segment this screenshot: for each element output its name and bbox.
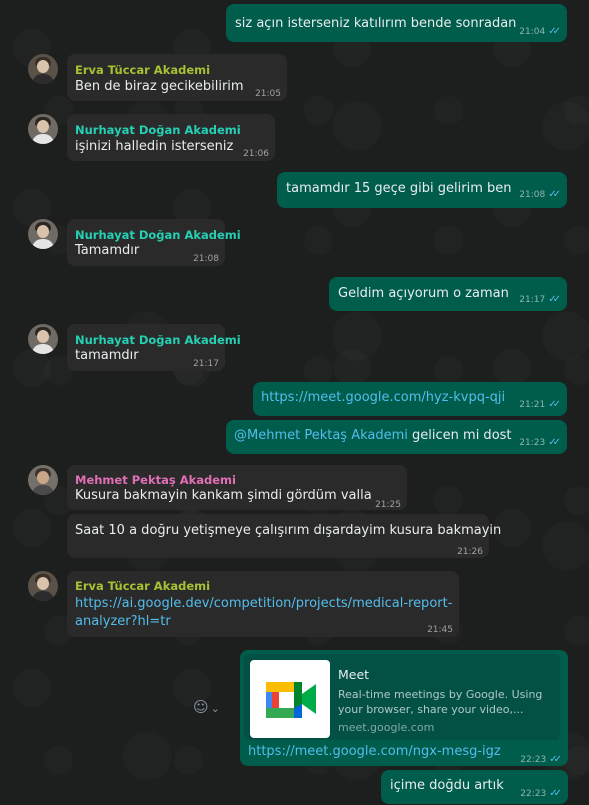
message-text: içime doğdu artık bbox=[390, 778, 504, 793]
message-time: 21:45 bbox=[427, 625, 453, 635]
message-meta: 21:17 ✓✓ bbox=[519, 291, 561, 309]
message-time: 21:08 bbox=[519, 190, 546, 200]
message-time: 22:23 bbox=[520, 789, 547, 799]
message-text: gelicen mi dost bbox=[407, 428, 512, 443]
message-meta: 21:21 ✓✓ bbox=[519, 396, 561, 414]
read-ticks-icon: ✓✓ bbox=[548, 399, 561, 410]
avatar-nurhayat[interactable] bbox=[28, 114, 58, 144]
message-outgoing[interactable]: Geldim açıyorum o zaman 21:17 ✓✓ bbox=[329, 277, 567, 311]
message-meta: 22:23 ✓✓ bbox=[520, 785, 562, 803]
avatar-erva[interactable] bbox=[28, 54, 58, 84]
preview-description-continued: your browser, share your video,... bbox=[338, 703, 524, 716]
avatar-face bbox=[37, 471, 49, 484]
read-ticks-icon: ✓✓ bbox=[548, 437, 561, 448]
preview-description: Real-time meetings by Google. Using bbox=[338, 688, 543, 701]
avatar-nurhayat[interactable] bbox=[28, 219, 58, 249]
message-meta: 21:08 ✓✓ bbox=[519, 186, 561, 204]
message-incoming[interactable]: Nurhayat Doğan Akademi işinizi halledin … bbox=[67, 114, 275, 161]
message-incoming[interactable]: Nurhayat Doğan Akademi Tamamdır 21:08 bbox=[67, 219, 241, 266]
message-time: 21:08 bbox=[193, 254, 219, 264]
message-outgoing[interactable]: siz açın isterseniz katılırım bende sonr… bbox=[226, 4, 567, 42]
read-ticks-icon: ✓✓ bbox=[548, 26, 561, 37]
read-ticks-icon: ✓✓ bbox=[548, 294, 561, 305]
read-ticks-icon: ✓✓ bbox=[548, 189, 561, 200]
message-incoming[interactable]: Saat 10 a doğru yetişmeye çalışırım dışa… bbox=[67, 514, 501, 558]
message-link-continued[interactable]: analyzer?hl=tr bbox=[75, 613, 171, 631]
mention-link[interactable]: @Mehmet Pektaş Akademi bbox=[234, 428, 408, 443]
message-incoming[interactable]: Erva Tüccar Akademi Ben de biraz gecikeb… bbox=[67, 54, 287, 101]
sender-name[interactable]: Nurhayat Doğan Akademi bbox=[75, 121, 241, 139]
sender-name[interactable]: Erva Tüccar Akademi bbox=[75, 61, 210, 79]
message-meta: 21:23 ✓✓ bbox=[519, 434, 561, 452]
avatar-mehmet[interactable] bbox=[28, 465, 58, 495]
message-time: 21:04 bbox=[519, 27, 546, 37]
message-outgoing[interactable]: tamamdır 15 geçe gibi gelirim ben 21:08 ✓… bbox=[277, 172, 567, 208]
message-time: 21:17 bbox=[519, 295, 546, 305]
avatar-face bbox=[37, 225, 49, 238]
message-time: 21:26 bbox=[457, 547, 483, 557]
message-text: Geldim açıyorum o zaman bbox=[338, 286, 509, 301]
message-text: Tamamdır bbox=[75, 243, 140, 258]
read-ticks-icon: ✓✓ bbox=[549, 788, 562, 799]
read-ticks-icon: ✓✓ bbox=[549, 754, 562, 765]
message-text: siz açın isterseniz katılırım bende sonr… bbox=[235, 16, 517, 31]
message-time: 21:25 bbox=[375, 500, 401, 510]
message-text-line: @Mehmet Pektaş Akademi gelicen mi dost bbox=[234, 427, 512, 445]
avatar-body bbox=[32, 239, 54, 249]
message-outgoing[interactable]: Meet Real-time meetings by Google. Using… bbox=[240, 650, 568, 766]
message-meta: 22:23 ✓✓ bbox=[520, 751, 562, 769]
avatar-face bbox=[37, 330, 49, 343]
message-link[interactable]: https://meet.google.com/ngx-mesg-igz bbox=[248, 743, 501, 761]
message-outgoing[interactable]: içime doğdu artık 22:23 ✓✓ bbox=[381, 770, 568, 804]
meet-logo-svg bbox=[266, 682, 316, 718]
avatar-body bbox=[32, 485, 54, 495]
link-preview-card[interactable]: Meet Real-time meetings by Google. Using… bbox=[244, 654, 560, 740]
message-text: Kusura bakmayin kankam şimdi gördüm vall… bbox=[75, 488, 372, 503]
avatar-erva[interactable] bbox=[28, 571, 58, 601]
google-meet-icon bbox=[250, 660, 330, 738]
message-time: 21:23 bbox=[519, 438, 546, 448]
chevron-down-icon: ⌄ bbox=[210, 702, 220, 715]
message-text: Saat 10 a doğru yetişmeye çalışırım dışa… bbox=[75, 523, 502, 538]
avatar-body bbox=[32, 134, 54, 144]
avatar-face bbox=[37, 120, 49, 133]
preview-domain: meet.google.com bbox=[338, 721, 435, 734]
message-time: 22:23 bbox=[520, 755, 547, 765]
avatar-face bbox=[37, 60, 49, 73]
avatar-face bbox=[37, 577, 49, 590]
message-time: 21:17 bbox=[193, 359, 219, 369]
message-incoming[interactable]: Erva Tüccar Akademi https://ai.google.de… bbox=[67, 571, 459, 637]
avatar-body bbox=[32, 591, 54, 601]
message-incoming[interactable]: Mehmet Pektaş Akademi Kusura bakmayin ka… bbox=[67, 465, 407, 510]
message-outgoing[interactable]: @Mehmet Pektaş Akademi gelicen mi dost 2… bbox=[226, 420, 567, 454]
message-meta: 21:04 ✓✓ bbox=[519, 23, 561, 41]
message-text: tamamdır bbox=[75, 348, 139, 363]
message-text: tamamdır 15 geçe gibi gelirim ben bbox=[286, 181, 512, 196]
preview-title: Meet bbox=[338, 667, 370, 682]
message-time: 21:21 bbox=[519, 400, 546, 410]
emoji-icon: ☺ bbox=[193, 698, 209, 716]
avatar-body bbox=[32, 344, 54, 354]
message-incoming[interactable]: Nurhayat Doğan Akademi tamamdır 21:17 bbox=[67, 324, 241, 371]
message-outgoing[interactable]: https://meet.google.com/hyz-kvpq-qji 21:… bbox=[253, 382, 567, 416]
avatar-body bbox=[32, 74, 54, 84]
message-link[interactable]: https://meet.google.com/hyz-kvpq-qji bbox=[261, 389, 505, 407]
message-time: 21:06 bbox=[243, 149, 269, 159]
message-text: işinizi halledin isterseniz bbox=[75, 139, 234, 154]
reaction-button[interactable]: ☺ ⌄ bbox=[193, 698, 220, 716]
avatar-nurhayat[interactable] bbox=[28, 324, 58, 354]
message-link[interactable]: https://ai.google.dev/competition/projec… bbox=[75, 595, 452, 613]
message-time: 21:05 bbox=[255, 89, 281, 99]
sender-name[interactable]: Erva Tüccar Akademi bbox=[75, 577, 210, 595]
message-text: Ben de biraz gecikebilirim bbox=[75, 79, 244, 94]
